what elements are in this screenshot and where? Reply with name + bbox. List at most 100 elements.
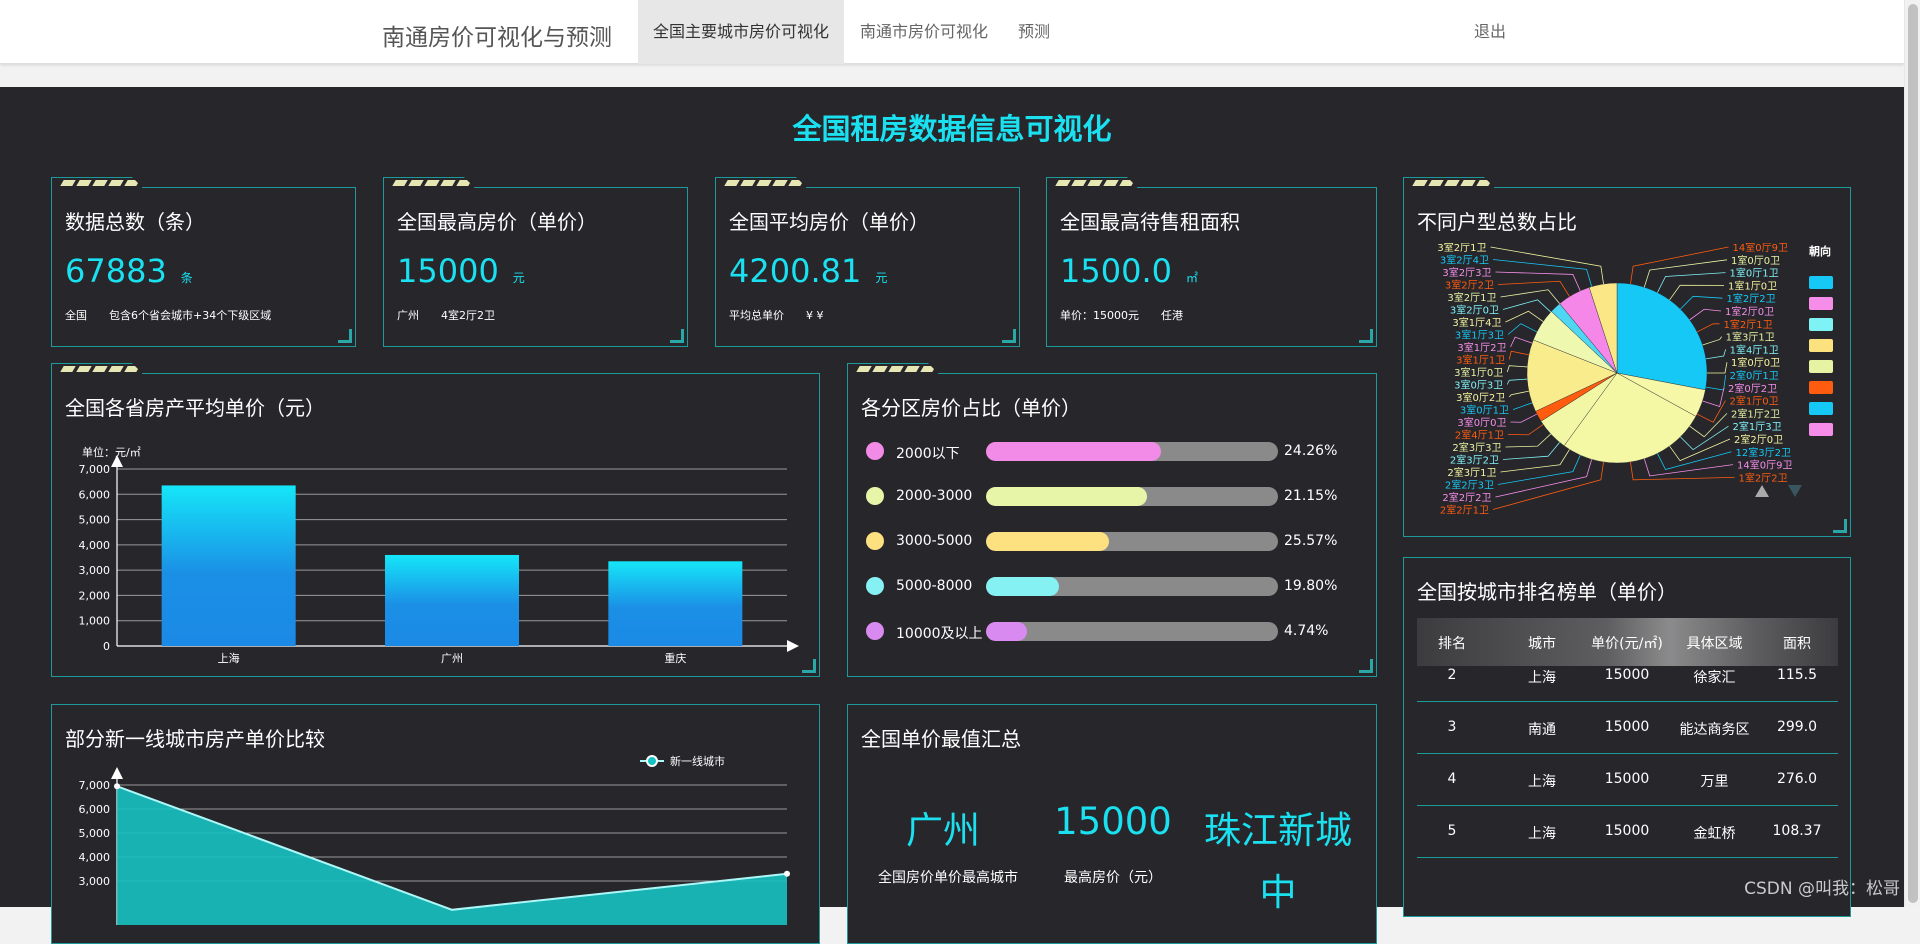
table-row[interactable]: 5上海15000金虹桥108.37 (1417, 806, 1838, 858)
legend-page-up-icon[interactable] (1755, 485, 1769, 497)
table-cell: 15000 (1582, 823, 1672, 839)
scrollbar-thumb[interactable] (1908, 4, 1918, 903)
page-scrollbar[interactable] (1904, 0, 1920, 907)
col-price: 单价(元/㎡) (1582, 633, 1672, 653)
nav-nantong[interactable]: 南通市房价可视化 (845, 0, 1003, 64)
panel-corner (1833, 519, 1847, 533)
new-tier-area-chart[interactable]: 7,0006,0005,0004,0003,000新一线城市 (52, 755, 817, 925)
pie-label: 1室2厅1卫 (1724, 318, 1773, 331)
pie-legend-swatch (1809, 339, 1833, 352)
price-distribution-panel: 各分区房价占比（单价） 2000以下24.26%2000-300021.15%3… (847, 373, 1377, 677)
y-tick-label: 2,000 (79, 589, 111, 602)
y-tick-label: 3,000 (79, 875, 111, 888)
panel-tab-decoration (1403, 557, 1495, 558)
pie-leader-line (1503, 300, 1551, 312)
nav-predict[interactable]: 预测 (1003, 0, 1065, 64)
kpi-title: 数据总数（条） (65, 206, 205, 235)
progress-fill (986, 532, 1109, 551)
logout-link[interactable]: 退出 (1459, 0, 1521, 64)
legend-dot (866, 577, 884, 595)
progress-fill (986, 487, 1147, 506)
pie-leader-line (1501, 449, 1570, 472)
panel-corner (1002, 329, 1016, 343)
pie-leader-line (1680, 296, 1722, 309)
kpi-value: 1500.0㎡ (1060, 252, 1198, 290)
y-tick-label: 6,000 (79, 488, 111, 501)
table-row[interactable]: 3南通15000能达商务区299.0 (1417, 702, 1838, 754)
room-type-pie-chart[interactable]: 3室2厅1卫3室2厅4卫3室2厅3卫3室2厅2卫3室2厅1卫3室2厅0卫3室1厅… (1404, 243, 1849, 533)
pie-label: 3室1厅1卫 (1456, 354, 1505, 367)
legend-dot (866, 622, 884, 640)
pie-leader-line (1496, 272, 1581, 291)
legend-dot (866, 487, 884, 505)
pie-label: 3室0厅2卫 (1456, 391, 1505, 404)
kpi-footer: 广州4室2厅2卫 (397, 307, 517, 323)
y-tick-label: 7,000 (79, 463, 111, 476)
progress-track (986, 622, 1278, 641)
pie-label: 2室2厅3卫 (1445, 479, 1494, 492)
panel-corner (1359, 329, 1373, 343)
panel-title: 全国单价最值汇总 (861, 723, 1021, 752)
panel-title: 不同户型总数占比 (1417, 206, 1577, 235)
kpi-title: 全国最高房价（单价） (397, 206, 597, 235)
range-label: 5000-8000 (896, 578, 972, 594)
panel-tab-decoration (847, 704, 939, 705)
table-row[interactable]: 4上海15000万里276.0 (1417, 754, 1838, 806)
percent-label: 25.57% (1284, 533, 1337, 549)
pie-label: 3室1厅4卫 (1452, 316, 1501, 329)
table-cell: 上海 (1507, 667, 1577, 687)
province-bar-chart[interactable]: 单位：元/㎡01,0002,0003,0004,0005,0006,0007,0… (52, 434, 817, 674)
y-axis-arrow (111, 767, 123, 779)
kpi-foot-a: 广州 (397, 309, 419, 322)
pie-label: 1室0厅0卫 (1731, 356, 1780, 369)
pie-label: 1室2厅2卫 (1727, 292, 1776, 305)
kpi-foot-b: ¥ ¥ (806, 309, 824, 322)
y-tick-label: 6,000 (79, 803, 111, 816)
pie-label: 14室0厅9卫 (1737, 459, 1792, 472)
col-rank: 排名 (1417, 633, 1487, 653)
panel-tab-decoration (1403, 177, 1495, 188)
pie-label: 2室2厅2卫 (1442, 491, 1491, 504)
pie-label: 2室0厅2卫 (1728, 382, 1777, 395)
kpi-panel-total: 数据总数（条） 67883条 全国包含6个省会城市+34个下级区域 (51, 187, 356, 347)
pie-label: 2室1厅3卫 (1733, 420, 1782, 433)
pie-label: 1室2厅0卫 (1725, 305, 1774, 318)
panel-tab-decoration (1046, 177, 1138, 188)
area-fill (117, 786, 787, 925)
panel-corner (802, 659, 816, 673)
pie-label: 3室0厅3卫 (1454, 379, 1503, 392)
summary-label-price: 最高房价（元） (1038, 867, 1188, 887)
pie-leader-line (1496, 459, 1592, 497)
summary-label-city: 全国房价单价最高城市 (853, 867, 1043, 887)
legend-page-down-icon[interactable] (1788, 485, 1802, 497)
pie-legend-swatch (1809, 276, 1833, 289)
panel-title: 全国各省房产平均单价（元） (65, 392, 325, 421)
ranking-table-header: 排名 城市 单价(元/㎡) 具体区域 面积 (1417, 618, 1838, 666)
summary-top-price: 15000 (1028, 800, 1198, 843)
pie-label: 2室2厅0卫 (1734, 433, 1783, 446)
y-tick-label: 1,000 (79, 615, 111, 628)
progress-fill (986, 442, 1161, 461)
col-region: 具体区域 (1672, 633, 1757, 653)
pie-leader-line (1506, 434, 1551, 447)
x-tick-label: 上海 (218, 651, 240, 665)
nav-national[interactable]: 全国主要城市房价可视化 (638, 0, 844, 64)
price-summary-panel: 全国单价最值汇总 广州 15000 珠江新城中 全国房价单价最高城市 最高房价（… (847, 704, 1377, 944)
panel-tab-decoration (51, 177, 143, 188)
kpi-foot-b: 任港 (1161, 309, 1183, 322)
pie-label: 3室0厅0卫 (1457, 416, 1506, 429)
panel-corner (670, 329, 684, 343)
progress-track (986, 442, 1278, 461)
y-axis-unit: 单位：元/㎡ (82, 445, 141, 459)
pie-legend-swatch (1809, 318, 1833, 331)
pie-label: 3室2厅3卫 (1442, 266, 1491, 279)
brand-title[interactable]: 南通房价可视化与预测 (382, 18, 612, 52)
table-cell: 5 (1417, 823, 1487, 839)
panel-tab-decoration (847, 363, 939, 374)
x-axis-arrow (787, 640, 799, 652)
kpi-value: 67883条 (65, 252, 193, 290)
pie-label: 3室2厅1卫 (1437, 243, 1486, 254)
pie-leader-line (1511, 337, 1533, 347)
x-tick-label: 重庆 (664, 651, 686, 665)
kpi-unit: 元 (875, 271, 887, 285)
